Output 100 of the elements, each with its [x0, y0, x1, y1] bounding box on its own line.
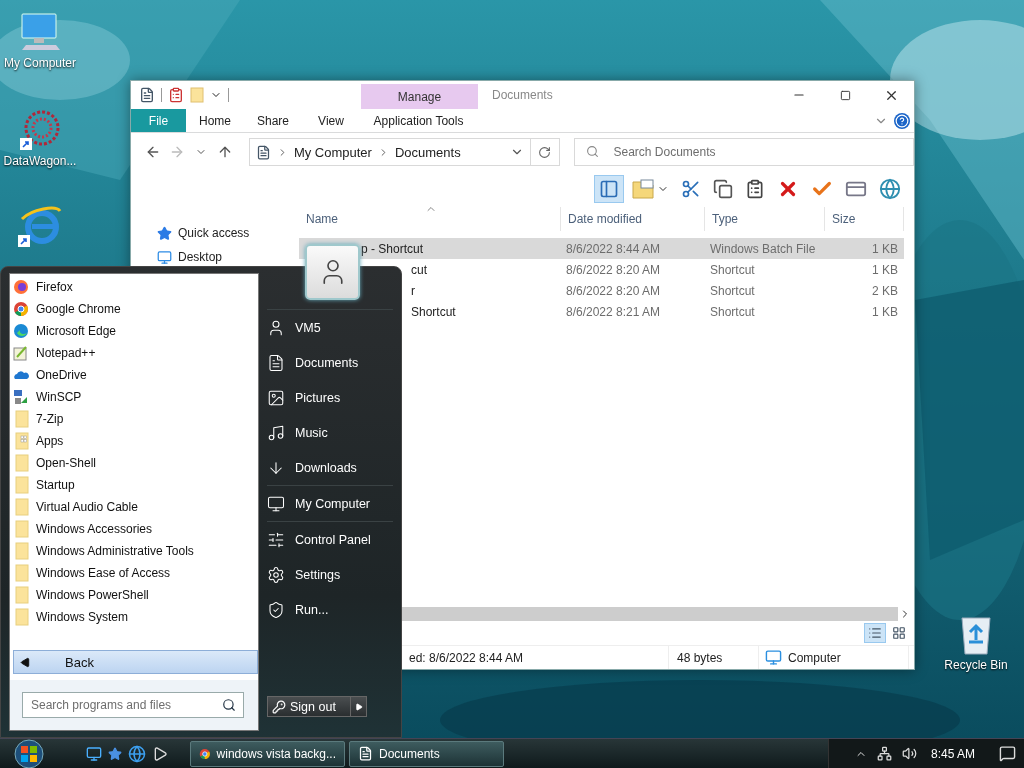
search-field[interactable]: Search programs and files	[22, 692, 244, 718]
grid-icon	[892, 626, 906, 640]
folder-icon	[13, 608, 29, 626]
program-item[interactable]: Notepad++	[10, 342, 258, 364]
program-item[interactable]: Startup	[10, 474, 258, 496]
folder-icon	[13, 586, 29, 604]
type-cell-text: Shortcut	[709, 262, 756, 277]
folder-icon	[13, 520, 29, 538]
key-icon	[272, 699, 286, 714]
type-cell-text: Shortcut	[709, 283, 756, 298]
media-icon[interactable]	[152, 745, 168, 762]
address-bar[interactable]: My Computer Documents	[248, 138, 531, 166]
image-icon	[267, 388, 285, 407]
breadcrumb[interactable]: My Computer	[293, 144, 372, 160]
help-icon	[895, 113, 909, 128]
program-item[interactable]: Microsoft Edge	[10, 320, 258, 342]
browser-icon	[13, 301, 29, 317]
checklist-icon[interactable]	[168, 87, 184, 103]
menu-item[interactable]: VM5	[267, 310, 393, 345]
sliders-icon	[267, 530, 285, 549]
clock[interactable]: 8:45 AM	[931, 746, 976, 761]
size-cell-text: 2 KB	[871, 283, 899, 298]
menu-item[interactable]: Settings	[267, 557, 393, 592]
date-cell-text: 8/6/2022 8:44 AM	[565, 241, 662, 256]
file-row[interactable]: p - Shortcut 8/6/2022 8:44 AM Windows Batch File 1 KB	[299, 238, 904, 259]
pane-icon	[599, 179, 619, 199]
monitor-icon	[157, 249, 172, 265]
menu-item[interactable]: Music	[267, 415, 393, 450]
wave-icon	[13, 323, 29, 339]
sign-out-button[interactable]: Sign out	[267, 696, 351, 717]
shortcut-icon	[18, 108, 62, 152]
desktop-icon[interactable]	[86, 745, 102, 762]
program-item[interactable]: Google Chrome	[10, 298, 258, 320]
contextual-group-header: Manage	[361, 84, 478, 109]
menu-item[interactable]: My Computer	[267, 486, 393, 521]
properties-icon[interactable]	[139, 87, 155, 103]
program-item[interactable]: Firefox	[10, 276, 258, 298]
size-cell-text: 1 KB	[871, 262, 899, 277]
globe-icon	[879, 178, 901, 200]
file-name: p - Shortcut	[360, 241, 425, 256]
type-cell-text: Windows Batch File	[709, 241, 817, 256]
program-item[interactable]: OneDrive	[10, 364, 258, 386]
browser-icon	[16, 205, 64, 249]
browser-icon[interactable]	[128, 744, 146, 763]
copy-icon	[713, 179, 733, 199]
menu-item[interactable]: Run...	[267, 592, 393, 627]
size-cell-text: 1 KB	[871, 304, 899, 319]
shutdown-options-button[interactable]	[351, 696, 367, 717]
icon-label[interactable]: DataWagon...	[3, 154, 77, 168]
status-text: 48 bytes	[677, 650, 723, 665]
folder-icon	[631, 178, 655, 200]
folder-icon	[13, 498, 29, 516]
program-item[interactable]: Windows Accessories	[10, 518, 258, 540]
program-item[interactable]: Windows Administrative Tools	[10, 540, 258, 562]
date-cell-text: 8/6/2022 8:20 AM	[565, 262, 662, 277]
window-title: Documents	[491, 88, 554, 102]
menu-item[interactable]: Control Panel	[267, 522, 393, 557]
icon-label[interactable]: Recycle Bin	[944, 658, 1008, 672]
menu-item[interactable]: Pictures	[267, 380, 393, 415]
folder-icon	[13, 432, 29, 450]
nav-item[interactable]: Quick access	[157, 221, 299, 245]
user-icon	[267, 318, 285, 337]
star-icon[interactable]	[108, 746, 122, 761]
program-item[interactable]: Windows PowerShell	[10, 584, 258, 606]
type-cell-text: Shortcut	[709, 304, 756, 319]
user-avatar[interactable]	[305, 244, 360, 300]
folder-icon	[13, 454, 29, 472]
folder-icon	[13, 476, 29, 494]
program-item[interactable]: WinSCP	[10, 386, 258, 408]
taskbar-button[interactable]: windows vista backg...	[190, 740, 345, 767]
toolbar-button[interactable]	[594, 175, 624, 203]
menu-item[interactable]: Documents	[267, 345, 393, 380]
back-button[interactable]: Back	[13, 650, 258, 674]
folder-icon	[13, 564, 29, 582]
help-button[interactable]	[894, 112, 910, 129]
document-icon	[267, 353, 285, 372]
network-icon[interactable]	[877, 746, 892, 761]
program-item[interactable]: Virtual Audio Cable	[10, 496, 258, 518]
taskbar-button[interactable]: Documents	[349, 740, 504, 767]
program-item[interactable]: Windows System	[10, 606, 258, 628]
document-icon	[358, 746, 373, 761]
nav-item[interactable]: Desktop	[157, 245, 299, 269]
program-item[interactable]: Windows Ease of Access	[10, 562, 258, 584]
settings-icon	[267, 565, 285, 584]
back-arrow-icon	[20, 656, 31, 668]
search-field[interactable]: Search Documents	[574, 138, 914, 166]
program-item[interactable]: Apps	[10, 430, 258, 452]
menu-item[interactable]: Downloads	[267, 450, 393, 485]
volume-icon[interactable]	[902, 746, 917, 761]
refresh-button[interactable]	[530, 138, 561, 166]
program-item[interactable]: Open-Shell	[10, 452, 258, 474]
scissors-icon	[681, 179, 701, 199]
music-icon	[267, 423, 285, 442]
breadcrumb[interactable]: Documents	[394, 144, 461, 160]
file-name: r	[410, 283, 416, 298]
status-text: ed: 8/6/2022 8:44 AM	[409, 650, 524, 665]
program-item[interactable]: 7-Zip	[10, 408, 258, 430]
notification-icon[interactable]	[999, 745, 1017, 762]
details-view-button[interactable]	[864, 623, 886, 643]
monitor-icon	[267, 494, 285, 513]
